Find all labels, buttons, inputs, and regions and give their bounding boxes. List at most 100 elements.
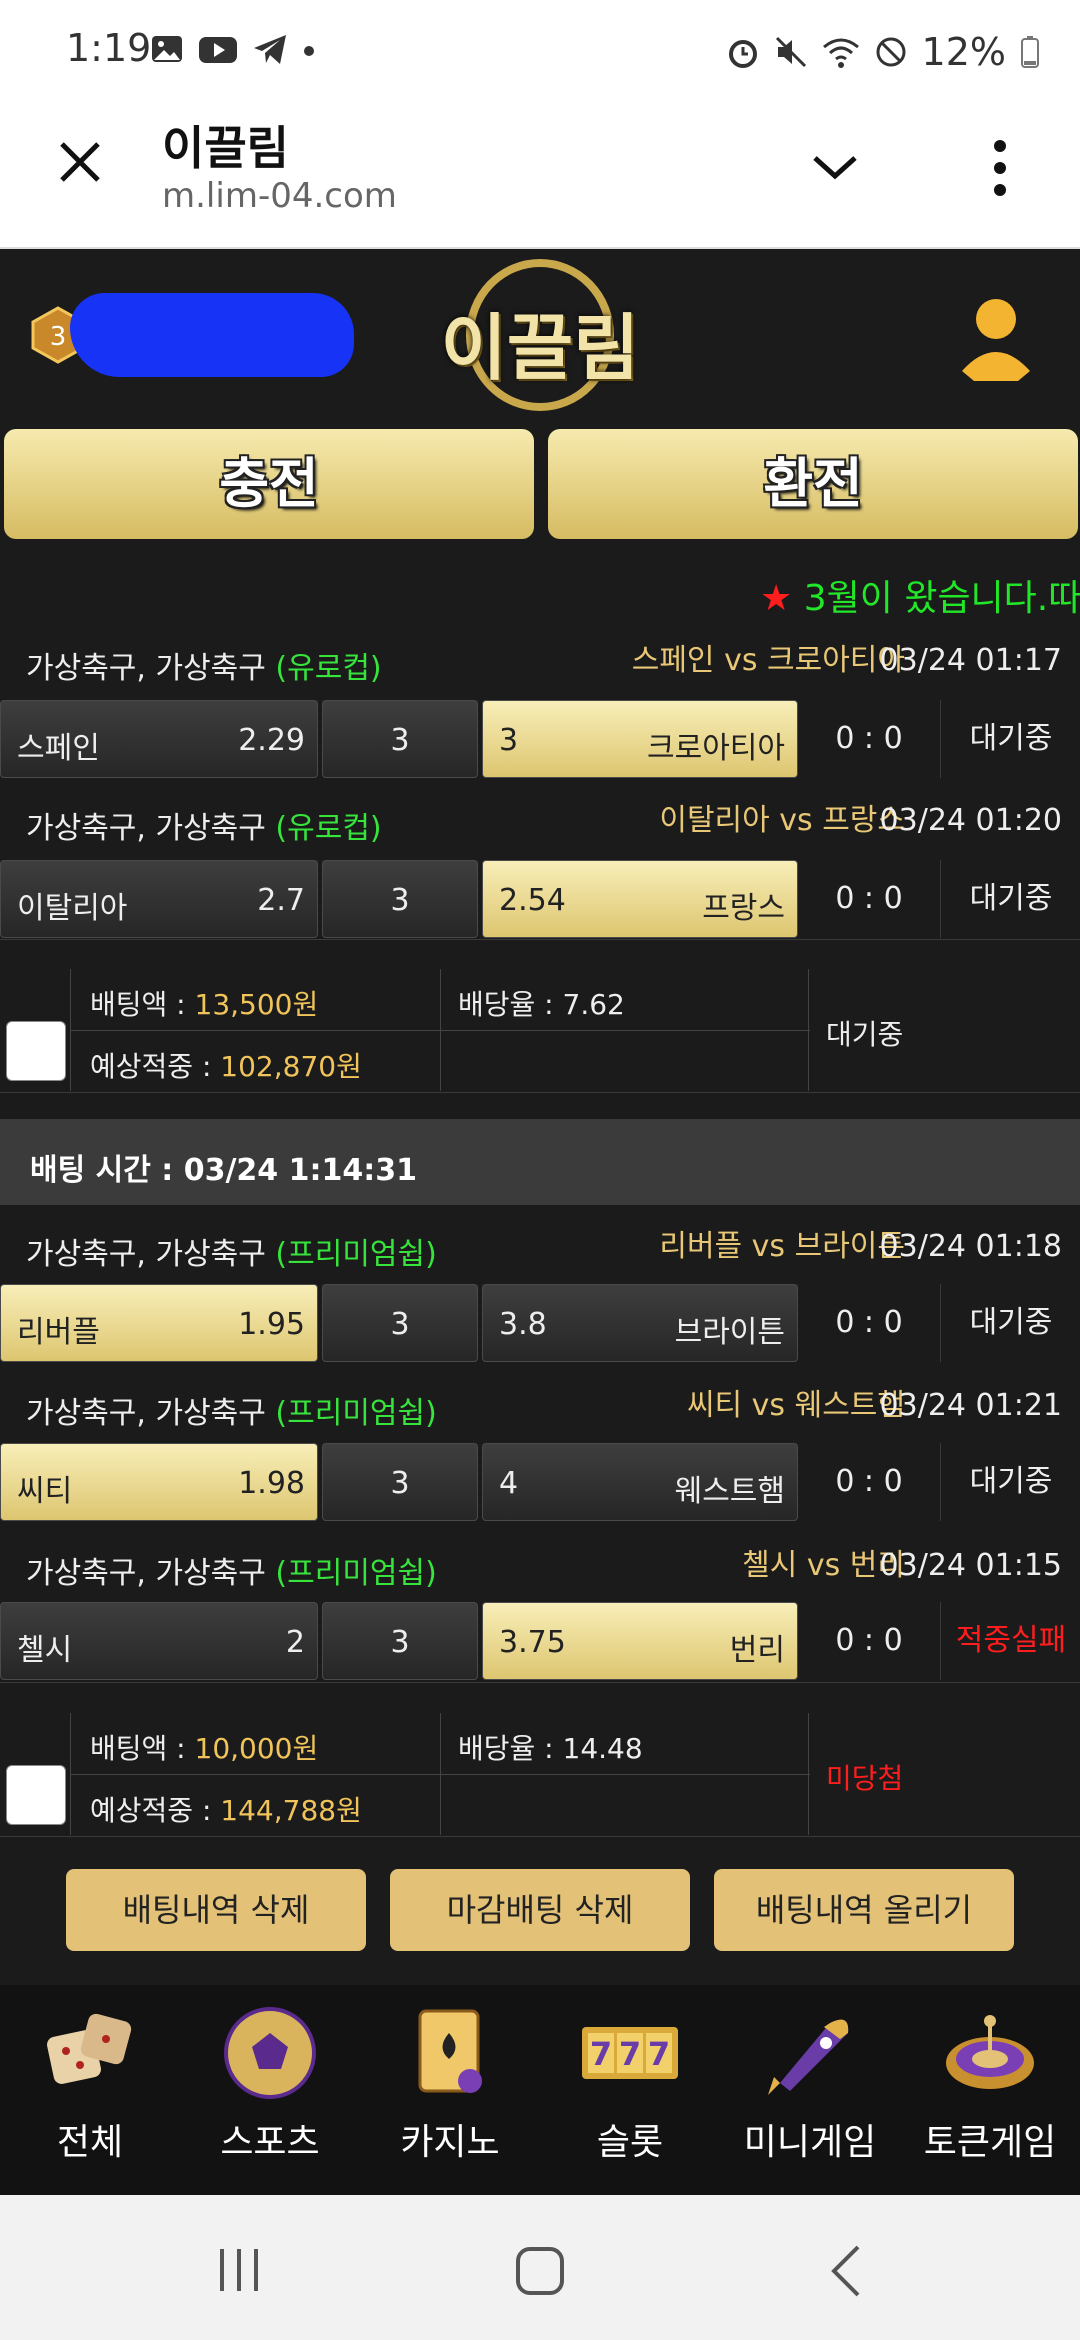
telegram-icon: [254, 35, 286, 64]
divider: [440, 1713, 441, 1835]
match-teams: 씨티 vs 웨스트햄: [686, 1388, 905, 1423]
bet-row: 이탈리아 2.7 3 2.54 프랑스 0 : 0 대기중: [0, 860, 1080, 940]
nav-item-slot[interactable]: 777 슬롯: [540, 1985, 720, 2195]
wifi-icon: [822, 38, 859, 68]
away-odds-cell[interactable]: 3.75 번리: [482, 1602, 798, 1680]
youtube-icon: [199, 37, 237, 63]
bet-time-bar: 배팅 시간 : 03/24 1:14:31: [0, 1119, 1080, 1205]
odds-rate: 배당율 : 7.62: [458, 988, 625, 1021]
more-options-icon[interactable]: [990, 138, 1010, 198]
dice-icon: [47, 2013, 132, 2084]
score: 0 : 0: [835, 881, 903, 916]
delete-history-button[interactable]: 배팅내역 삭제: [66, 1869, 366, 1951]
page-content: 3 이끌림 충전 환전 ★ 3월이 왔습니다.따뜻 가상축구, 가상축구 (유로…: [0, 249, 1080, 2195]
star-icon: ★: [760, 578, 793, 619]
svg-text:3: 3: [50, 322, 67, 352]
status-time: 1:19: [66, 26, 152, 70]
status: 대기중: [940, 1443, 1080, 1521]
league-label: 가상축구, 가상축구 (프리미엄쉽): [26, 1237, 437, 1272]
cards-icon: [418, 2009, 482, 2093]
svg-text:7: 7: [590, 2035, 612, 2073]
away-odds-cell[interactable]: 2.54 프랑스: [482, 860, 798, 938]
roulette-icon: [946, 2015, 1034, 2089]
home-icon[interactable]: [514, 2245, 566, 2297]
divider: [0, 1682, 1080, 1683]
away-odds-cell[interactable]: 3 크로아티아: [482, 700, 798, 778]
redacted-username: [70, 293, 354, 377]
nav-item-sports[interactable]: 스포츠: [180, 1985, 360, 2195]
result-status: 대기중: [826, 1018, 904, 1051]
home-odds-cell[interactable]: 씨티 1.98: [0, 1443, 318, 1521]
gallery-icon: [152, 36, 182, 62]
home-odds-cell[interactable]: 리버플 1.95: [0, 1284, 318, 1362]
slot-777-icon: 777: [582, 2027, 678, 2079]
expected-win: 예상적중 : 102,870원: [90, 1050, 362, 1083]
no-signal-icon: [876, 37, 906, 67]
draw-odds-cell[interactable]: 3: [322, 860, 478, 938]
exchange-button[interactable]: 환전: [548, 429, 1078, 539]
delete-closed-button[interactable]: 마감배팅 삭제: [390, 1869, 690, 1951]
browser-bar: 이끌림 m.lim-04.com: [0, 100, 1080, 249]
close-icon[interactable]: [56, 138, 104, 186]
bet-row: 리버플 1.95 3 3.8 브라이튼 0 : 0 대기중: [0, 1284, 1080, 1364]
bet-row: 스페인 2.29 3 3 크로아티아 0 : 0 대기중: [0, 700, 1080, 780]
nav-label: 전체: [56, 2122, 124, 2163]
divider: [0, 1836, 1080, 1837]
battery-percent: 12%: [921, 30, 1006, 74]
nav-label: 슬롯: [596, 2122, 664, 2163]
nav-item-minigame[interactable]: 미니게임: [720, 1985, 900, 2195]
soccer-ball-icon: [224, 2007, 316, 2099]
charge-button[interactable]: 충전: [4, 429, 534, 539]
score: 0 : 0: [835, 1464, 903, 1499]
match-header: 가상축구, 가상축구 (유로컵) 이탈리아 vs 프랑스 03/24 01:20: [0, 789, 1080, 849]
nav-label: 스포츠: [220, 2122, 320, 2163]
nav-item-casino[interactable]: 카지노: [360, 1985, 540, 2195]
battery-icon: [1021, 36, 1039, 68]
score: 0 : 0: [835, 1623, 903, 1658]
draw-odds-cell[interactable]: 3: [322, 700, 478, 778]
bet-row: 씨티 1.98 3 4 웨스트햄 0 : 0 대기중: [0, 1443, 1080, 1523]
status: 대기중: [940, 860, 1080, 938]
site-logo[interactable]: 이끌림: [440, 289, 640, 394]
upload-history-button[interactable]: 배팅내역 올리기: [714, 1869, 1014, 1951]
alarm-icon: [728, 40, 757, 68]
status-failed: 적중실패: [940, 1602, 1080, 1680]
user-profile-icon[interactable]: [956, 293, 1036, 383]
divider: [808, 1713, 809, 1835]
match-datetime: 03/24 01:15: [879, 1548, 1062, 1583]
draw-odds-cell[interactable]: 3: [322, 1284, 478, 1362]
status: 대기중: [940, 1284, 1080, 1362]
divider: [808, 969, 809, 1091]
away-odds-cell[interactable]: 3.8 브라이튼: [482, 1284, 798, 1362]
status: 대기중: [940, 700, 1080, 778]
match-header: 가상축구, 가상축구 (프리미엄쉽) 씨티 vs 웨스트햄 03/24 01:2…: [0, 1374, 1080, 1434]
recent-apps-icon[interactable]: [214, 2245, 264, 2295]
select-checkbox[interactable]: [6, 1765, 66, 1825]
bottom-nav: 전체 스포츠 카지노 777 슬롯 미니게임 토큰게임: [0, 1985, 1080, 2195]
nav-label: 토큰게임: [923, 2122, 1057, 2163]
home-odds-cell[interactable]: 이탈리아 2.7: [0, 860, 318, 938]
score: 0 : 0: [835, 721, 903, 756]
notice-text: 3월이 왔습니다.따뜻: [803, 578, 1080, 619]
bet-amount: 배팅액 : 10,000원: [90, 1732, 319, 1765]
away-odds-cell[interactable]: 4 웨스트햄: [482, 1443, 798, 1521]
select-checkbox[interactable]: [6, 1021, 66, 1081]
bet-time: 배팅 시간 : 03/24 1:14:31: [30, 1153, 417, 1188]
draw-odds-cell[interactable]: 3: [322, 1443, 478, 1521]
nav-item-token-game[interactable]: 토큰게임: [900, 1985, 1080, 2195]
home-odds-cell[interactable]: 스페인 2.29: [0, 700, 318, 778]
back-icon[interactable]: [826, 2243, 866, 2299]
match-teams: 리버플 vs 브라이튼: [659, 1229, 905, 1264]
bet-summary: 배팅액 : 10,000원 예상적중 : 144,788원 배당율 : 14.4…: [0, 1713, 1080, 1893]
nav-label: 카지노: [400, 2122, 500, 2163]
dot-icon: [304, 46, 314, 56]
score: 0 : 0: [835, 1305, 903, 1340]
home-odds-cell[interactable]: 첼시 2: [0, 1602, 318, 1680]
status-bar: 1:19 12%: [0, 0, 1080, 100]
draw-odds-cell[interactable]: 3: [322, 1602, 478, 1680]
nav-item-all[interactable]: 전체: [0, 1985, 180, 2195]
notification-icons: [150, 32, 316, 66]
svg-text:7: 7: [648, 2035, 670, 2073]
chevron-down-icon[interactable]: [810, 146, 860, 186]
match-datetime: 03/24 01:20: [879, 803, 1062, 838]
